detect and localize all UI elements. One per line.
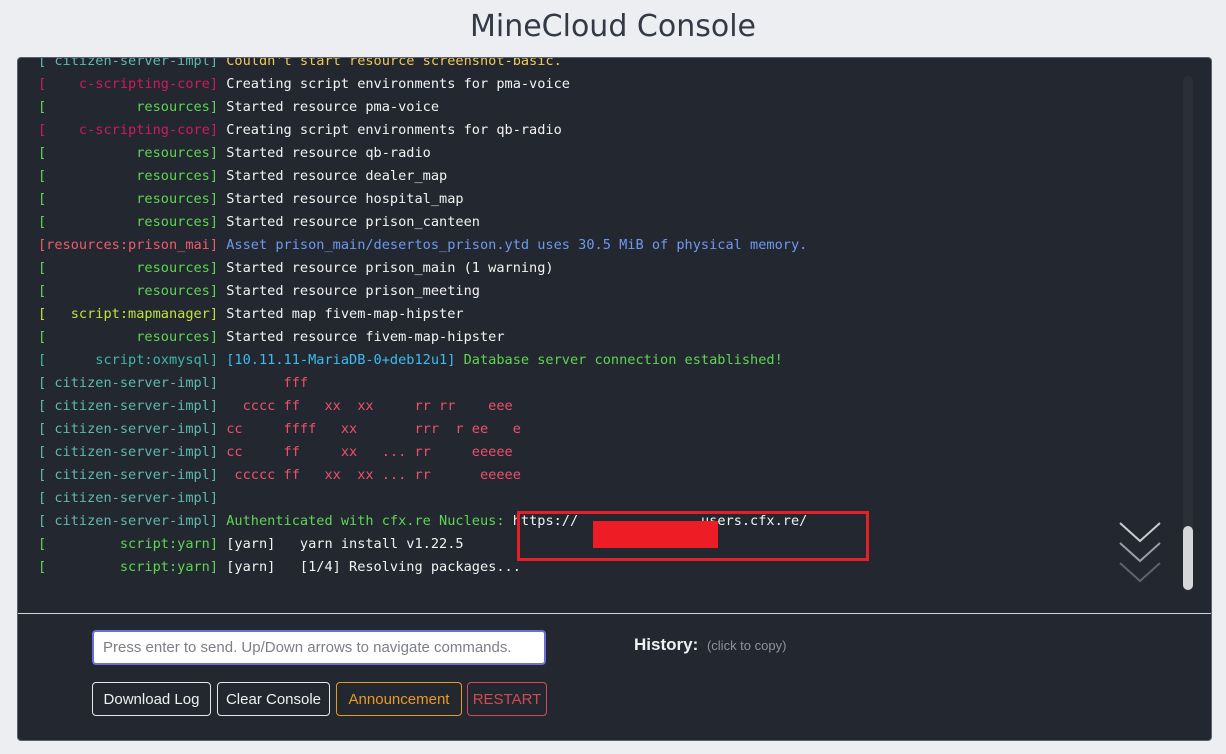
log-line: [ resources] Started resource hospital_m… [38,188,807,211]
restart-button[interactable]: RESTART [467,682,547,716]
log-message: [yarn] yarn install v1.22.5 [218,536,464,552]
log-message: Started resource prison_canteen [218,214,480,230]
log-message: Asset prison_main/desertos_prison.ytd us… [218,237,808,253]
log-message: Started map fivem-map-hipster [218,306,464,322]
log-line: [ c-scripting-core] Creating script envi… [38,119,807,142]
log-line: [ citizen-server-impl] ccccc ff xx xx ..… [38,464,807,487]
log-line: [ resources] Started resource prison_mee… [38,280,807,303]
log-tag: [ script:oxmysql] [38,352,219,368]
command-input[interactable] [92,630,546,665]
log-line: [ citizen-server-impl] cccc ff xx xx rr … [38,395,807,418]
log-line: [ resources] Started resource dealer_map [38,165,807,188]
log-line: [ citizen-server-impl] fff [38,372,807,395]
log-message-part: Database server connection established! [455,352,783,368]
log-message: cc ffff xx rrr r ee e [218,421,521,437]
log-tag: [ c-scripting-core] [38,122,219,138]
console-divider [18,613,1211,614]
log-line: [ script:mapmanager] Started map fivem-m… [38,303,807,326]
redaction-block [593,521,718,548]
log-line: [ citizen-server-impl] [38,487,807,510]
clear-console-button[interactable]: Clear Console [217,682,330,716]
log-line: [ resources] Started resource qb-radio [38,142,807,165]
log-scrollbar[interactable] [1183,76,1193,591]
log-line: [ resources] Started resource prison_can… [38,211,807,234]
console-panel: [ citizen-server-impl] Couldn't start re… [17,57,1212,741]
log-area: [ citizen-server-impl] Couldn't start re… [18,58,1211,613]
log-message: Creating script environments for pma-voi… [218,76,570,92]
log-message: Started resource fivem-map-hipster [218,329,505,345]
log-tag: [ citizen-server-impl] [38,444,219,460]
download-log-button[interactable]: Download Log [92,682,211,716]
log-tag: [ script:yarn] [38,559,219,575]
history-title: History: [634,635,699,654]
log-tag: [ script:mapmanager] [38,306,219,322]
history-hint[interactable]: (click to copy) [707,638,786,653]
log-tag: [resources:prison_mai] [38,237,219,253]
log-message: fff [218,375,309,391]
log-tag: [ resources] [38,283,219,299]
log-tag: [ resources] [38,191,219,207]
scrollbar-thumb[interactable] [1183,526,1193,590]
log-message: Started resource dealer_map [218,168,448,184]
log-line: [ citizen-server-impl] cc ffff xx rrr r … [38,418,807,441]
history-label: History: (click to copy) [634,635,786,655]
log-tag: [ resources] [38,168,219,184]
log-tag: [ citizen-server-impl] [38,375,219,391]
page-title: MineCloud Console [469,9,756,44]
log-tag: [ citizen-server-impl] [38,513,219,529]
log-message: Couldn't start resource screenshot-basic… [218,58,562,69]
log-tag: [ resources] [38,99,219,115]
log-line: [ citizen-server-impl] Couldn't start re… [38,58,807,73]
log-message: Started resource hospital_map [218,191,464,207]
log-line: [ resources] Started resource prison_mai… [38,257,807,280]
log-tag: [ citizen-server-impl] [38,490,219,506]
log-message: ccccc ff xx xx ... rr eeeee [218,467,521,483]
log-tag: [ resources] [38,214,219,230]
log-message: Creating script environments for qb-radi… [218,122,562,138]
log-tag: [ resources] [38,260,219,276]
log-line: [resources:prison_mai] Asset prison_main… [38,234,807,257]
log-message: Started resource prison_main (1 warning) [218,260,554,276]
log-message-part: Authenticated with cfx.re Nucleus: [218,513,513,529]
chevron-down-triple-icon[interactable] [1117,520,1163,588]
log-message: Started resource pma-voice [218,99,440,115]
log-line: [ citizen-server-impl] cc ff xx ... rr e… [38,441,807,464]
log-tag: [ script:yarn] [38,536,219,552]
log-tag: [ resources] [38,329,219,345]
log-message: Started resource qb-radio [218,145,431,161]
log-tag: [ c-scripting-core] [38,76,219,92]
log-tag: [ citizen-server-impl] [38,421,219,437]
log-message: cccc ff xx xx rr rr eee [218,398,513,414]
log-tag: [ resources] [38,145,219,161]
log-message-part: [10.11.11-MariaDB-0+deb12u1] [218,352,456,368]
log-tag: [ citizen-server-impl] [38,398,219,414]
log-lines: [ citizen-server-impl] Couldn't start re… [38,58,807,579]
log-message: cc ff xx ... rr eeeee [218,444,513,460]
log-line: [ resources] Started resource fivem-map-… [38,326,807,349]
log-line: [ resources] Started resource pma-voice [38,96,807,119]
log-line: [ c-scripting-core] Creating script envi… [38,73,807,96]
log-message: [yarn] [1/4] Resolving packages... [218,559,521,575]
log-message: Started resource prison_meeting [218,283,480,299]
log-line: [ script:oxmysql] [10.11.11-MariaDB-0+de… [38,349,807,372]
announcement-button[interactable]: Announcement [336,682,462,716]
log-tag: [ citizen-server-impl] [38,58,219,69]
log-tag: [ citizen-server-impl] [38,467,219,483]
